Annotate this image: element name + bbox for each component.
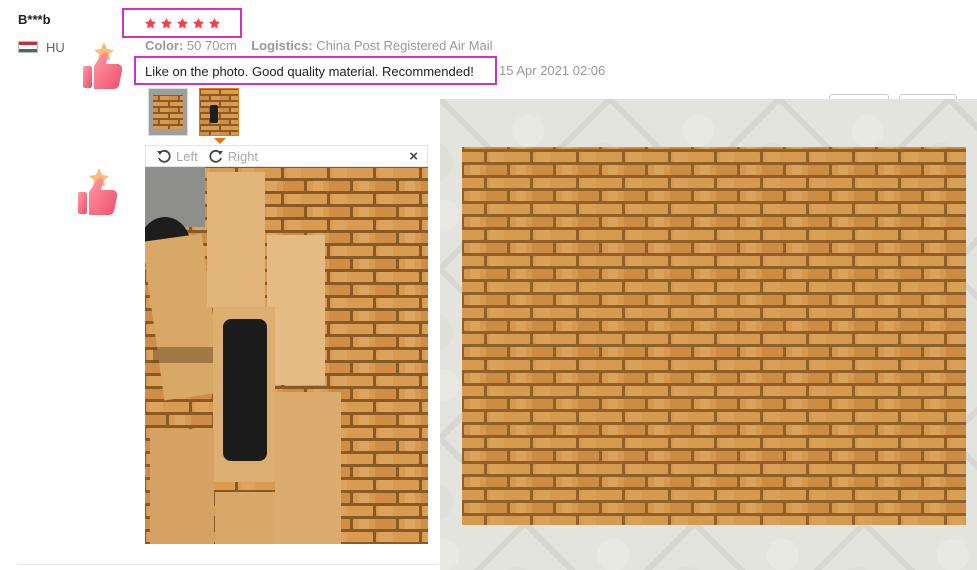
photo-thumbnail-1[interactable] <box>148 88 188 136</box>
rotate-left-icon <box>157 149 171 163</box>
hungary-flag-icon <box>18 41 38 53</box>
star-icon <box>160 17 173 29</box>
star-icon <box>176 17 189 29</box>
reviewer-name: B***b <box>18 12 51 27</box>
thumbs-up-icon[interactable] <box>73 166 121 218</box>
thumbs-up-icon[interactable] <box>78 40 126 92</box>
preview-photo <box>145 167 428 544</box>
logistics-value: China Post Registered Air Mail <box>316 38 493 53</box>
country-code: HU <box>46 39 65 55</box>
review-date: 15 Apr 2021 02:06 <box>499 63 606 78</box>
star-icon <box>192 17 205 29</box>
feedback-text: Like on the photo. Good quality material… <box>134 56 497 85</box>
rotate-left-button[interactable]: Left <box>156 148 198 164</box>
review-divider <box>18 564 438 565</box>
logistics-label: Logistics: <box>251 38 313 53</box>
star-rating <box>122 8 242 38</box>
reviewer-country: HU <box>18 39 65 55</box>
selected-thumbnail-indicator <box>214 138 226 144</box>
photo-thumbnail-2[interactable] <box>199 88 239 136</box>
star-icon <box>144 17 157 29</box>
rotate-left-label: Left <box>176 148 198 164</box>
star-icon <box>208 17 221 29</box>
image-toolbar: Left Right × <box>145 145 428 167</box>
rotate-right-icon <box>209 149 223 163</box>
rotate-right-label: Right <box>227 148 259 164</box>
close-button[interactable]: × <box>409 148 418 165</box>
color-value: 50 70cm <box>186 38 237 53</box>
enlarged-photo <box>440 99 977 570</box>
rotate-right-button[interactable]: Right <box>208 148 258 164</box>
order-details: Color: 50 70cm Logistics: China Post Reg… <box>145 38 493 53</box>
color-label: Color: <box>145 38 184 53</box>
